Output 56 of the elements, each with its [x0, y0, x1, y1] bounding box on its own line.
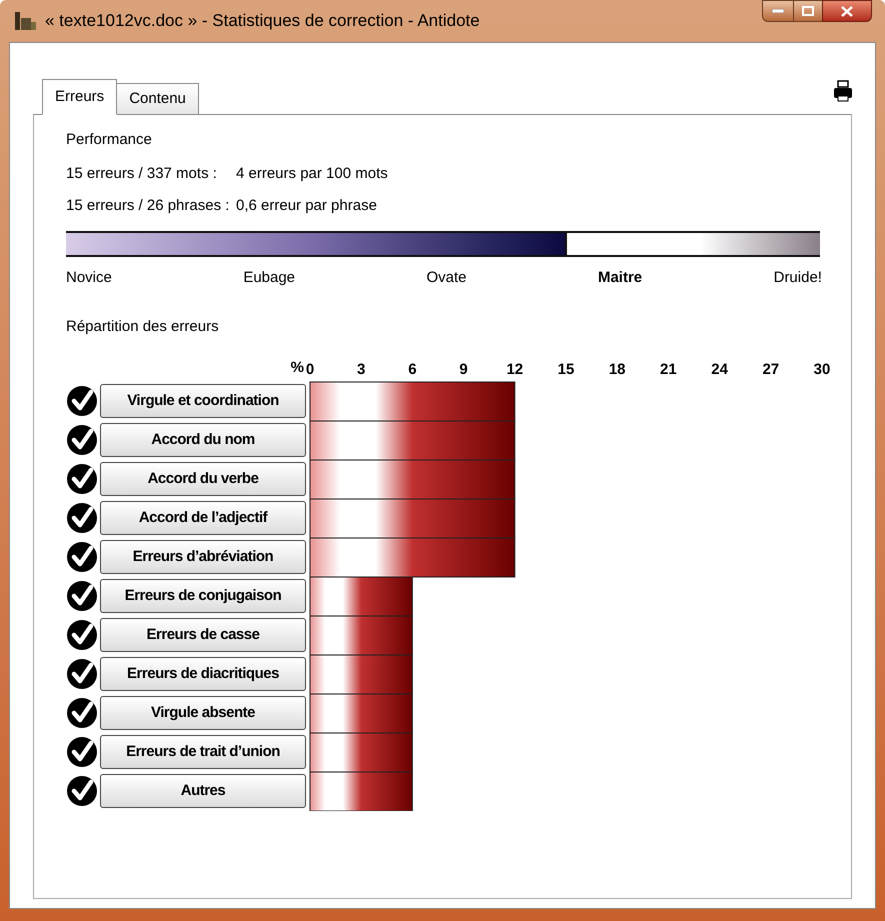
- category-button[interactable]: Erreurs de conjugaison: [100, 579, 306, 613]
- tick-label: 27: [762, 360, 780, 378]
- category-button[interactable]: Virgule absente: [100, 696, 306, 730]
- category-button[interactable]: Accord de l’adjectif: [100, 501, 306, 535]
- checkmark-icon[interactable]: [66, 580, 98, 612]
- rank-label: Druide!: [774, 268, 822, 288]
- tick-label: 0: [306, 360, 314, 378]
- checkmark-icon[interactable]: [66, 736, 98, 768]
- checkmark-icon[interactable]: [66, 463, 98, 495]
- tick-label: 3: [357, 360, 366, 378]
- rank-label: Maitre: [598, 268, 642, 288]
- stat-value: 0,6 erreur par phrase: [236, 196, 377, 216]
- category-button[interactable]: Erreurs d’abréviation: [100, 540, 306, 574]
- rank-label: Ovate: [426, 268, 467, 288]
- minimize-button[interactable]: [762, 0, 794, 22]
- stat-value: 4 erreurs par 100 mots: [236, 164, 388, 184]
- maximize-icon: [802, 6, 814, 16]
- tab[interactable]: Erreurs: [42, 79, 118, 115]
- stat-label: 15 erreurs / 26 phrases :: [66, 196, 230, 216]
- tick-label: 24: [711, 360, 728, 378]
- tick-label: 30: [814, 360, 830, 378]
- checkmark-icon[interactable]: [66, 541, 98, 573]
- close-button[interactable]: [822, 0, 872, 22]
- tick-label: 18: [608, 360, 626, 378]
- stat-label: 15 erreurs / 337 mots :: [66, 164, 218, 184]
- category-button[interactable]: Autres: [100, 774, 306, 808]
- checkmark-icon[interactable]: [66, 697, 98, 729]
- print-icon[interactable]: [833, 80, 853, 102]
- section-heading: Performance: [66, 130, 153, 150]
- tick-label: 21: [660, 360, 677, 378]
- tick-label: 12: [506, 360, 524, 378]
- tick-label: 9: [459, 360, 468, 378]
- checkmark-icon[interactable]: [66, 424, 98, 456]
- maximize-button[interactable]: [794, 0, 822, 22]
- section-heading: Répartition des erreurs: [66, 317, 220, 337]
- close-icon: [841, 6, 853, 16]
- minimize-icon: [772, 9, 784, 13]
- category-button[interactable]: Accord du nom: [100, 423, 306, 457]
- tick-label: 6: [408, 360, 417, 378]
- app-icon: [13, 10, 37, 32]
- window-title: « texte1012vc.doc » - Statistiques de correction - Antidote: [45, 10, 480, 32]
- checkmark-icon[interactable]: [66, 385, 98, 417]
- checkmark-icon[interactable]: [66, 502, 98, 534]
- checkmark-icon[interactable]: [66, 775, 98, 807]
- category-button[interactable]: Erreurs de diacritiques: [100, 657, 306, 691]
- category-button[interactable]: Erreurs de casse: [100, 618, 306, 652]
- rank-label: Novice: [66, 268, 112, 288]
- category-button[interactable]: Accord du verbe: [100, 462, 306, 496]
- tick-label: 15: [558, 360, 574, 378]
- tab[interactable]: Contenu: [116, 83, 199, 115]
- axis-unit-label: %: [290, 358, 304, 378]
- checkmark-icon[interactable]: [66, 619, 98, 651]
- rank-label: Eubage: [243, 268, 296, 288]
- category-button[interactable]: Virgule et coordination: [100, 384, 306, 418]
- category-button[interactable]: Erreurs de trait d’union: [100, 735, 306, 769]
- checkmark-icon[interactable]: [66, 658, 98, 690]
